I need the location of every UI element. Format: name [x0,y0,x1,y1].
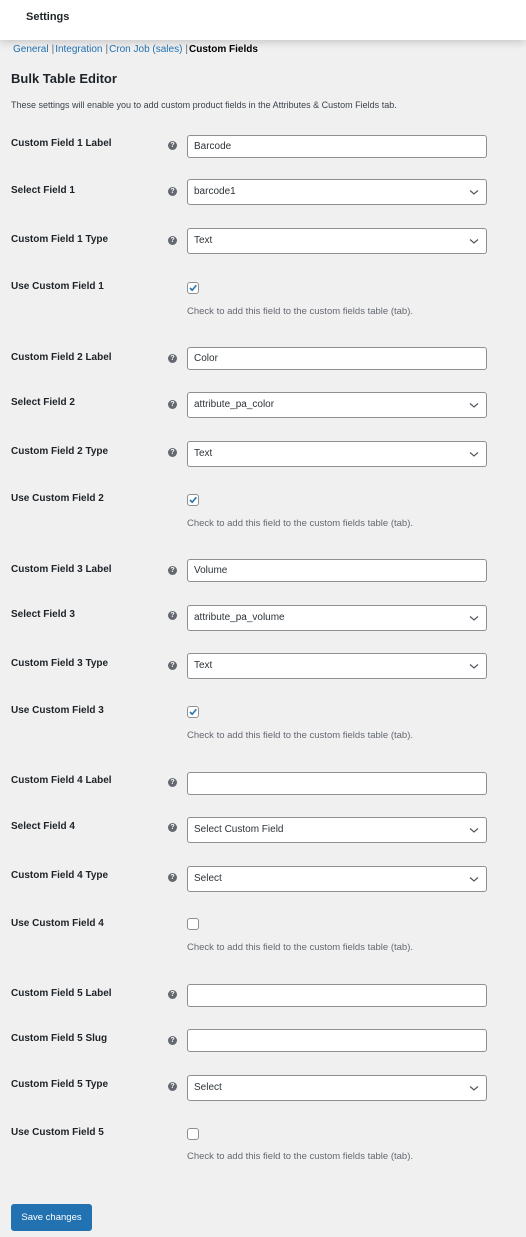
chevron-down-icon [469,452,479,457]
custom-field-4-type-dropdown[interactable]: Select [187,866,487,892]
help-icon[interactable]: ? [168,448,177,457]
subnav-general[interactable]: General [13,44,49,55]
help-icon[interactable]: ? [168,187,177,196]
help-icon[interactable]: ? [168,823,177,832]
use-custom-field-3-checkbox[interactable] [187,706,199,718]
custom-field-2-type-dropdown[interactable]: Text [187,441,487,467]
help-icon[interactable]: ? [168,1082,177,1091]
field-label: Select Field 2 [11,397,75,408]
subnav-separator: | [105,44,109,55]
chevron-down-icon [469,616,479,621]
settings-subnav: General |Integration |Cron Job (sales) |Cus… [13,44,258,55]
checkbox-description: Check to add this field to the custom fi… [187,730,414,741]
checkbox-description: Check to add this field to the custom fi… [187,306,414,317]
help-icon[interactable]: ? [168,990,177,999]
field-label: Custom Field 3 Label [11,564,112,575]
selected-value: Text [194,235,213,246]
custom-field-3-label-input[interactable] [187,559,487,582]
subnav-separator: | [51,44,55,55]
chevron-down-icon [469,239,479,244]
save-changes-button[interactable]: Save changes [11,1204,92,1231]
page-title: Settings [26,11,70,23]
help-icon[interactable]: ? [168,400,177,409]
subnav-cron-job[interactable]: Cron Job (sales) [109,44,182,55]
checkbox-description: Check to add this field to the custom fi… [187,1151,414,1162]
custom-field-1-label-input[interactable] [187,135,487,158]
selected-value: Text [194,448,213,459]
help-icon[interactable]: ? [168,611,177,620]
field-label: Use Custom Field 3 [11,705,104,716]
field-label: Use Custom Field 4 [11,918,104,929]
custom-field-3-type-dropdown[interactable]: Text [187,653,487,679]
field-label: Use Custom Field 2 [11,493,104,504]
field-label: Custom Field 4 Label [11,775,112,786]
checkmark-icon [189,496,197,504]
use-custom-field-1-checkbox[interactable] [187,282,199,294]
selected-value: barcode1 [194,186,236,197]
chevron-down-icon [469,877,479,882]
custom-field-5-label-input[interactable] [187,984,487,1007]
subnav-custom-fields[interactable]: Custom Fields [189,44,258,55]
field-label: Use Custom Field 5 [11,1127,104,1138]
checkmark-icon [189,284,197,292]
selected-value: attribute_pa_color [194,399,275,410]
custom-field-5-slug-input[interactable] [187,1029,487,1052]
custom-field-2-label-input[interactable] [187,347,487,370]
chevron-down-icon [469,403,479,408]
field-label: Select Field 4 [11,821,75,832]
field-label: Custom Field 3 Type [11,658,109,669]
field-label: Select Field 1 [11,185,75,196]
field-label: Custom Field 2 Label [11,352,112,363]
select-field-3-dropdown[interactable]: attribute_pa_volume [187,605,487,631]
field-label: Custom Field 2 Type [11,446,109,457]
select-field-2-dropdown[interactable]: attribute_pa_color [187,392,487,418]
help-icon[interactable]: ? [168,873,177,882]
custom-field-4-label-input[interactable] [187,772,487,795]
field-label: Custom Field 5 Type [11,1079,109,1090]
help-icon[interactable]: ? [168,354,177,363]
field-label: Use Custom Field 1 [11,281,104,292]
checkbox-description: Check to add this field to the custom fi… [187,942,414,953]
help-icon[interactable]: ? [168,1036,177,1045]
use-custom-field-2-checkbox[interactable] [187,494,199,506]
custom-field-5-type-dropdown[interactable]: Select [187,1075,487,1101]
selected-value: Select [194,873,222,884]
use-custom-field-5-checkbox[interactable] [187,1128,199,1140]
subnav-separator: | [185,44,189,55]
select-field-1-dropdown[interactable]: barcode1 [187,179,487,205]
chevron-down-icon [469,190,479,195]
help-icon[interactable]: ? [168,566,177,575]
chevron-down-icon [469,828,479,833]
chevron-down-icon [469,664,479,669]
field-label: Custom Field 5 Label [11,988,112,999]
use-custom-field-4-checkbox[interactable] [187,918,199,930]
field-label: Custom Field 4 Type [11,870,109,881]
help-icon[interactable]: ? [168,236,177,245]
selected-value: attribute_pa_volume [194,612,285,623]
select-field-4-dropdown[interactable]: Select Custom Field [187,817,487,843]
field-label: Select Field 3 [11,609,75,620]
field-label: Custom Field 1 Type [11,234,109,245]
top-bar: Settings [0,0,526,40]
selected-value: Text [194,660,213,671]
help-icon[interactable]: ? [168,778,177,787]
section-intro: These settings will enable you to add cu… [11,100,397,110]
help-icon[interactable]: ? [168,661,177,670]
field-label: Custom Field 5 Slug [11,1033,108,1044]
chevron-down-icon [469,1086,479,1091]
selected-value: Select [194,1082,222,1093]
selected-value: Select Custom Field [194,824,284,835]
section-title: Bulk Table Editor [11,71,117,86]
custom-field-1-type-dropdown[interactable]: Text [187,228,487,254]
checkbox-description: Check to add this field to the custom fi… [187,518,414,529]
help-icon[interactable]: ? [168,141,177,150]
checkmark-icon [189,708,197,716]
subnav-integration[interactable]: Integration [55,44,102,55]
field-label: Custom Field 1 Label [11,138,112,149]
